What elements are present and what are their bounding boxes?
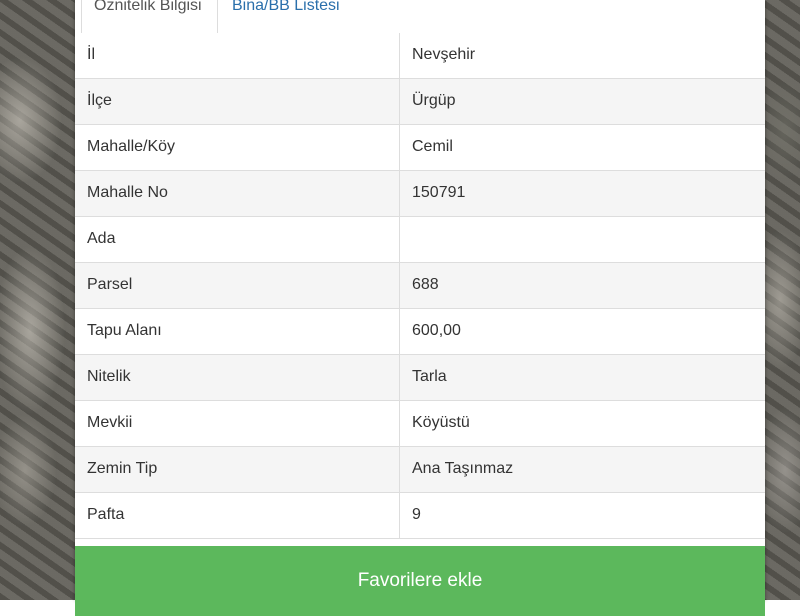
- row-value: Ana Taşınmaz: [412, 460, 514, 477]
- row-value: [400, 217, 765, 263]
- table-row: Parsel 688: [75, 263, 765, 309]
- table-row: Mahalle No 150791: [75, 171, 765, 217]
- row-key: Mahalle/Köy: [75, 125, 400, 171]
- tab-bar: Öznitelik Bilgisi Bina/BB Listesi: [75, 0, 765, 34]
- row-value: 9: [412, 506, 421, 523]
- row-key: Nitelik: [75, 355, 400, 401]
- row-key: Pafta: [75, 493, 400, 539]
- row-key: Zemin Tip: [75, 447, 400, 493]
- parcel-info-panel: Öznitelik Bilgisi Bina/BB Listesi İl Nev…: [75, 0, 765, 616]
- row-value: 688: [412, 276, 439, 293]
- table-row: Nitelik Tarla: [75, 355, 765, 401]
- table-row: Zemin Tip Ana Taşınmaz: [75, 447, 765, 493]
- table-row: İlçe Ürgüp: [75, 79, 765, 125]
- row-value: Köyüstü: [412, 414, 470, 431]
- row-key: Parsel: [75, 263, 400, 309]
- attribute-table: İl Nevşehir İlçe Ürgüp Mahalle/Köy Cemil…: [75, 33, 765, 539]
- table-row: İl Nevşehir: [75, 33, 765, 79]
- table-row: Tapu Alanı 600,00: [75, 309, 765, 355]
- row-value: Cemil: [412, 138, 453, 155]
- row-value: 600,00: [412, 322, 461, 339]
- row-key: Ada: [75, 217, 400, 263]
- table-row: Pafta 9: [75, 493, 765, 539]
- row-value: Ürgüp: [412, 92, 456, 109]
- row-value: 150791: [412, 184, 466, 201]
- tab-building-list[interactable]: Bina/BB Listesi: [220, 0, 352, 33]
- table-row: Mevkii Köyüstü: [75, 401, 765, 447]
- row-key: İlçe: [75, 79, 400, 125]
- tab-attribute-info[interactable]: Öznitelik Bilgisi: [81, 0, 218, 34]
- row-key: Tapu Alanı: [75, 309, 400, 355]
- row-value: Tarla: [412, 368, 447, 385]
- row-key: Mevkii: [75, 401, 400, 447]
- table-row: Ada: [75, 217, 765, 263]
- add-to-favorites-button[interactable]: Favorilere ekle: [75, 546, 765, 616]
- row-value: Nevşehir: [412, 46, 476, 63]
- row-key: İl: [75, 33, 400, 79]
- table-row: Mahalle/Köy Cemil: [75, 125, 765, 171]
- row-key: Mahalle No: [75, 171, 400, 217]
